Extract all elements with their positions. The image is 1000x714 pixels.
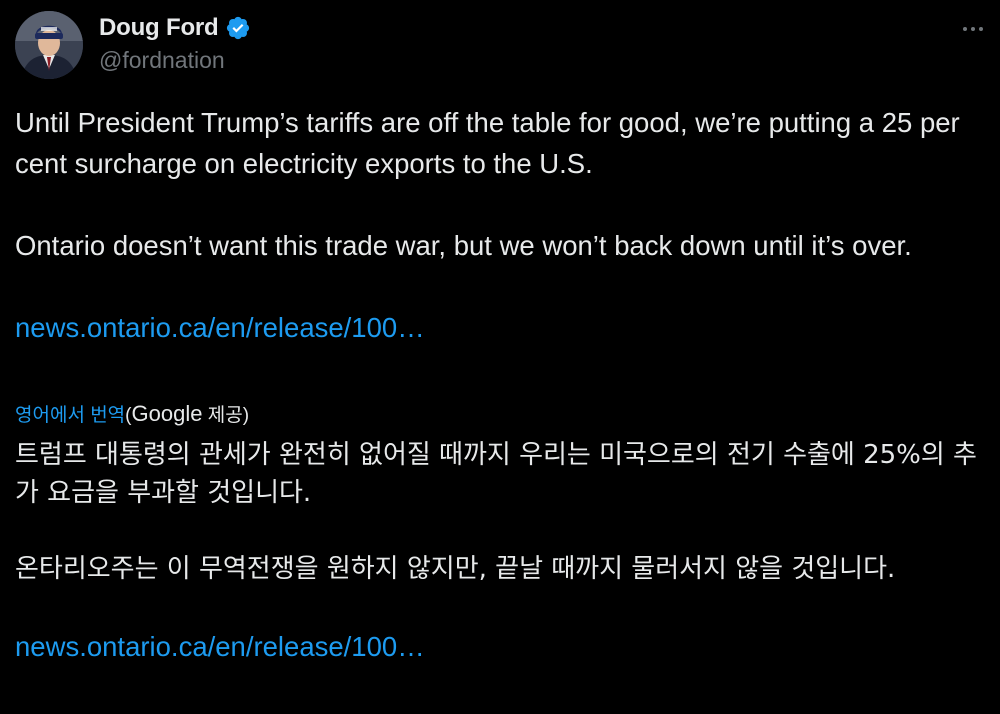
avatar-image [15, 11, 83, 79]
avatar[interactable] [15, 11, 83, 79]
tweet-link[interactable]: news.ontario.ca/en/release/100… [15, 312, 425, 343]
handle[interactable]: @fordnation [99, 47, 251, 74]
tweet-header: Doug Ford @fordnation [15, 11, 985, 81]
tweet-paragraph-2: Ontario doesn’t want this trade war, but… [15, 230, 912, 261]
translated-link[interactable]: news.ontario.ca/en/release/100… [15, 631, 425, 662]
provider-suffix: 제공) [202, 405, 250, 426]
tweet-paragraph-1: Until President Trump’s tariffs are off … [15, 107, 960, 179]
translation-label-link[interactable]: 영어에서 번역 [15, 405, 125, 426]
tweet-text: Until President Trump’s tariffs are off … [15, 102, 980, 348]
translation-attribution: 영어에서 번역(Google 제공) [15, 398, 249, 432]
translated-text: 트럼프 대통령의 관세가 완전히 없어질 때까지 우리는 미국으로의 전기 수출… [15, 436, 990, 667]
name-row: Doug Ford [99, 13, 251, 43]
verified-badge-icon [225, 15, 251, 41]
display-name[interactable]: Doug Ford [99, 14, 219, 42]
author-block: Doug Ford @fordnation [99, 13, 251, 74]
translated-paragraph-1: 트럼프 대통령의 관세가 완전히 없어질 때까지 우리는 미국으로의 전기 수출… [15, 440, 977, 508]
translated-paragraph-2: 온타리오주는 이 무역전쟁을 원하지 않지만, 끝날 때까지 물러서지 않을 것… [15, 554, 896, 584]
more-dots-icon[interactable] [956, 17, 990, 41]
google-logo: Google [131, 401, 203, 426]
